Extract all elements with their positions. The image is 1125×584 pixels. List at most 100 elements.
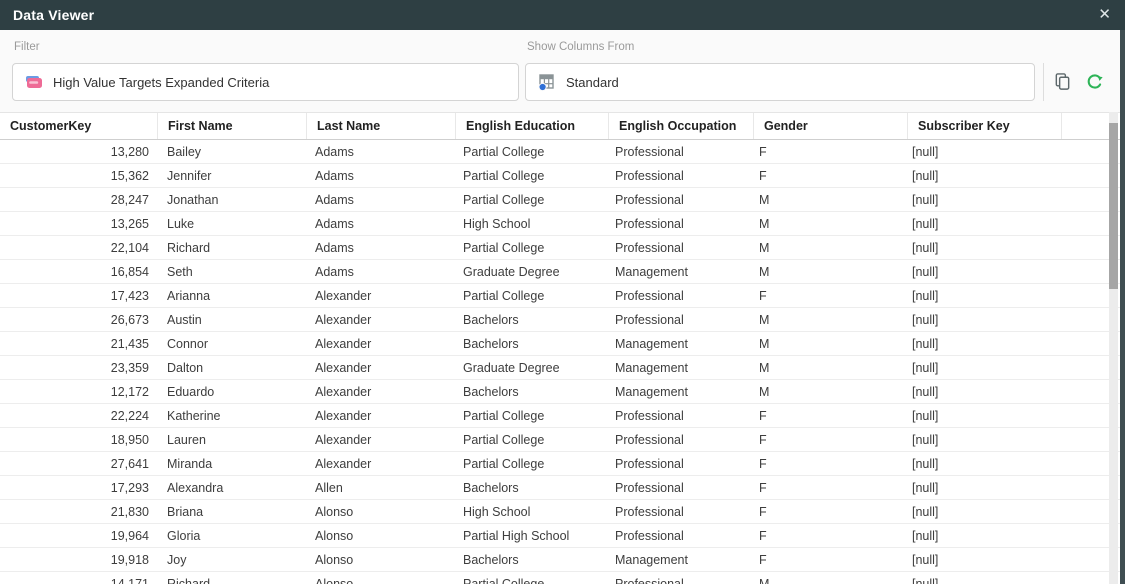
cell-subscriber_key: [null] — [902, 145, 1055, 159]
cell-english_occupation: Professional — [605, 217, 749, 231]
show-columns-select[interactable]: Standard — [525, 63, 1035, 101]
cell-subscriber_key: [null] — [902, 241, 1055, 255]
cell-last_name: Alexander — [305, 409, 453, 423]
table-row[interactable]: 14,171RichardAlonsoPartial CollegeProfes… — [0, 572, 1120, 584]
column-header-english_education[interactable]: English Education — [456, 113, 609, 139]
table-row[interactable]: 26,673AustinAlexanderBachelorsProfession… — [0, 308, 1120, 332]
cell-english_occupation: Professional — [605, 145, 749, 159]
dialog-title: Data Viewer — [0, 7, 94, 23]
table-row[interactable]: 28,247JonathanAdamsPartial CollegeProfes… — [0, 188, 1120, 212]
cell-subscriber_key: [null] — [902, 409, 1055, 423]
cell-english_education: Graduate Degree — [453, 361, 605, 375]
table-row[interactable]: 27,641MirandaAlexanderPartial CollegePro… — [0, 452, 1120, 476]
cell-english_education: Partial College — [453, 169, 605, 183]
refresh-button[interactable] — [1083, 70, 1105, 92]
cell-english_education: Bachelors — [453, 313, 605, 327]
cell-subscriber_key: [null] — [902, 313, 1055, 327]
copy-button[interactable] — [1051, 70, 1073, 92]
cell-last_name: Adams — [305, 193, 453, 207]
column-header-gender[interactable]: Gender — [754, 113, 908, 139]
table-row[interactable]: 22,224KatherineAlexanderPartial CollegeP… — [0, 404, 1120, 428]
cell-english_occupation: Professional — [605, 289, 749, 303]
cell-first_name: Richard — [157, 577, 305, 584]
table-row[interactable]: 16,854SethAdamsGraduate DegreeManagement… — [0, 260, 1120, 284]
cell-customer_key: 15,362 — [0, 169, 157, 183]
cell-english_education: Partial College — [453, 193, 605, 207]
cell-customer_key: 17,423 — [0, 289, 157, 303]
cell-english_occupation: Management — [605, 361, 749, 375]
cell-gender: M — [749, 193, 902, 207]
column-header-subscriber_key[interactable]: Subscriber Key — [908, 113, 1062, 139]
cell-first_name: Dalton — [157, 361, 305, 375]
table-row[interactable]: 13,265LukeAdamsHigh SchoolProfessionalM[… — [0, 212, 1120, 236]
table-row[interactable]: 22,104RichardAdamsPartial CollegeProfess… — [0, 236, 1120, 260]
cell-english_education: Partial College — [453, 433, 605, 447]
table-row[interactable]: 13,280BaileyAdamsPartial CollegeProfessi… — [0, 140, 1120, 164]
show-columns-label: Show Columns From — [527, 41, 634, 53]
cell-english_education: Partial College — [453, 409, 605, 423]
table-row[interactable]: 19,964GloriaAlonsoPartial High SchoolPro… — [0, 524, 1120, 548]
cell-english_education: Partial College — [453, 289, 605, 303]
cell-last_name: Adams — [305, 217, 453, 231]
cell-customer_key: 13,280 — [0, 145, 157, 159]
toolbar: Filter High Value Targets Expanded Crite… — [0, 30, 1120, 112]
table-header-row: CustomerKeyFirst NameLast NameEnglish Ed… — [0, 112, 1120, 140]
cell-first_name: Arianna — [157, 289, 305, 303]
table-row[interactable]: 12,172EduardoAlexanderBachelorsManagemen… — [0, 380, 1120, 404]
cell-english_education: Partial College — [453, 241, 605, 255]
toolbar-divider — [1043, 63, 1044, 101]
close-icon[interactable]: ✕ — [1084, 0, 1125, 30]
cell-first_name: Briana — [157, 505, 305, 519]
cell-first_name: Bailey — [157, 145, 305, 159]
table-row[interactable]: 19,918JoyAlonsoBachelorsManagementF[null… — [0, 548, 1120, 572]
cell-last_name: Alexander — [305, 457, 453, 471]
cell-gender: F — [749, 529, 902, 543]
cell-last_name: Alexander — [305, 433, 453, 447]
cell-first_name: Alexandra — [157, 481, 305, 495]
table-row[interactable]: 18,950LaurenAlexanderPartial CollegeProf… — [0, 428, 1120, 452]
table-row[interactable]: 17,293AlexandraAllenBachelorsProfessiona… — [0, 476, 1120, 500]
cell-subscriber_key: [null] — [902, 169, 1055, 183]
cell-subscriber_key: [null] — [902, 529, 1055, 543]
cell-first_name: Eduardo — [157, 385, 305, 399]
cell-last_name: Adams — [305, 145, 453, 159]
cell-gender: F — [749, 289, 902, 303]
cell-gender: M — [749, 337, 902, 351]
dialog-content: Filter High Value Targets Expanded Crite… — [0, 30, 1120, 584]
cell-last_name: Alexander — [305, 385, 453, 399]
column-header-customer_key[interactable]: CustomerKey — [0, 113, 158, 139]
table-row[interactable]: 21,435ConnorAlexanderBachelorsManagement… — [0, 332, 1120, 356]
cell-customer_key: 28,247 — [0, 193, 157, 207]
cell-customer_key: 26,673 — [0, 313, 157, 327]
cell-customer_key: 14,171 — [0, 577, 157, 584]
cell-subscriber_key: [null] — [902, 553, 1055, 567]
cell-subscriber_key: [null] — [902, 505, 1055, 519]
cell-last_name: Alexander — [305, 337, 453, 351]
filter-select[interactable]: High Value Targets Expanded Criteria — [12, 63, 519, 101]
vertical-scrollbar-thumb[interactable] — [1109, 123, 1118, 289]
column-header-first_name[interactable]: First Name — [158, 113, 307, 139]
cell-gender: M — [749, 217, 902, 231]
cell-english_education: Partial College — [453, 457, 605, 471]
column-header-english_occupation[interactable]: English Occupation — [609, 113, 754, 139]
cell-first_name: Jonathan — [157, 193, 305, 207]
table-row[interactable]: 15,362JenniferAdamsPartial CollegeProfes… — [0, 164, 1120, 188]
column-header-last_name[interactable]: Last Name — [307, 113, 456, 139]
cell-gender: M — [749, 577, 902, 584]
table-row[interactable]: 17,423AriannaAlexanderPartial CollegePro… — [0, 284, 1120, 308]
cell-subscriber_key: [null] — [902, 385, 1055, 399]
cell-subscriber_key: [null] — [902, 361, 1055, 375]
cell-subscriber_key: [null] — [902, 433, 1055, 447]
cell-english_education: Partial College — [453, 577, 605, 584]
cell-last_name: Alonso — [305, 505, 453, 519]
vertical-scrollbar-track[interactable] — [1109, 112, 1118, 584]
cell-customer_key: 22,224 — [0, 409, 157, 423]
cell-subscriber_key: [null] — [902, 193, 1055, 207]
cell-customer_key: 21,435 — [0, 337, 157, 351]
table-row[interactable]: 21,830BrianaAlonsoHigh SchoolProfessiona… — [0, 500, 1120, 524]
data-table: CustomerKeyFirst NameLast NameEnglish Ed… — [0, 112, 1120, 584]
cell-gender: M — [749, 241, 902, 255]
cell-first_name: Richard — [157, 241, 305, 255]
table-row[interactable]: 23,359DaltonAlexanderGraduate DegreeMana… — [0, 356, 1120, 380]
cell-last_name: Alonso — [305, 553, 453, 567]
